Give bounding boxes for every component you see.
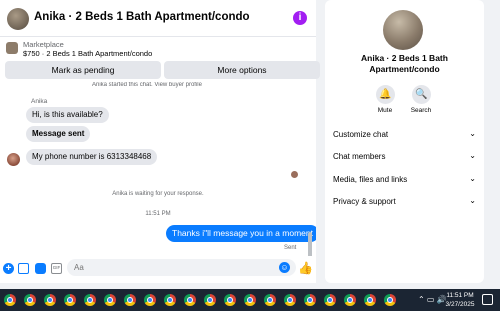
- clock-date: 3/27/2025: [445, 301, 475, 308]
- listing-product[interactable]: $750 · 2 Beds 1 Bath Apartment/condo: [23, 49, 152, 58]
- incoming-message[interactable]: Hi, is this available?: [26, 107, 109, 123]
- sender-avatar[interactable]: [7, 153, 20, 166]
- clock-time: 11:51 PM: [446, 292, 474, 299]
- row-label: Chat members: [333, 152, 386, 161]
- listing-thumbnail[interactable]: [6, 42, 18, 54]
- chrome-icon[interactable]: [104, 294, 116, 306]
- emoji-icon[interactable]: ☺: [279, 262, 290, 273]
- info-icon[interactable]: i: [293, 11, 307, 25]
- chrome-icon[interactable]: [284, 294, 296, 306]
- scrollbar[interactable]: [308, 232, 312, 256]
- system-clock[interactable]: 11:51 PM 3/27/2025: [440, 291, 480, 309]
- chrome-icon[interactable]: [64, 294, 76, 306]
- conversation-details-panel: Anika · 2 Beds 1 Bath Apartment/condo 🔔 …: [325, 0, 484, 283]
- composer: + GIF ☺ 👍: [0, 256, 316, 281]
- chrome-icon[interactable]: [244, 294, 256, 306]
- sender-name: Anika: [31, 98, 48, 105]
- media-files-row[interactable]: Media, files and links ⌄: [333, 174, 476, 189]
- conversation-avatar[interactable]: [383, 10, 423, 50]
- chrome-icon[interactable]: [144, 294, 156, 306]
- chrome-icon[interactable]: [384, 294, 396, 306]
- chrome-icon[interactable]: [24, 294, 36, 306]
- chrome-icon[interactable]: [84, 294, 96, 306]
- row-label: Customize chat: [333, 130, 389, 139]
- chrome-icon[interactable]: [4, 294, 16, 306]
- mark-pending-button[interactable]: Mark as pending: [5, 61, 161, 79]
- sticker-icon[interactable]: [35, 263, 46, 274]
- taskbar-apps: [0, 289, 410, 311]
- more-options-button[interactable]: More options: [164, 61, 320, 79]
- chevron-down-icon: ⌄: [469, 151, 476, 160]
- waiting-notice: Anika is waiting for your response.: [112, 191, 204, 197]
- plus-icon[interactable]: +: [3, 263, 14, 274]
- chrome-icon[interactable]: [364, 294, 376, 306]
- chrome-icon[interactable]: [324, 294, 336, 306]
- search-label: Search: [410, 107, 432, 114]
- row-label: Privacy & support: [333, 197, 396, 206]
- chrome-icon[interactable]: [204, 294, 216, 306]
- listing-avatar[interactable]: [7, 8, 29, 30]
- outgoing-message[interactable]: Thanks i"ll message you in a moment: [166, 225, 316, 242]
- chrome-icon[interactable]: [264, 294, 276, 306]
- search-icon[interactable]: 🔍: [412, 85, 431, 104]
- chat-panel: Anika · 2 Beds 1 Bath Apartment/condo i …: [0, 0, 320, 283]
- chat-header: Anika · 2 Beds 1 Bath Apartment/condo i: [0, 0, 316, 37]
- sent-status: Sent: [284, 245, 297, 251]
- chrome-icon[interactable]: [164, 294, 176, 306]
- chat-members-row[interactable]: Chat members ⌄: [333, 151, 476, 166]
- gif-icon[interactable]: GIF: [51, 263, 62, 274]
- thumbs-up-icon[interactable]: 👍: [298, 261, 313, 275]
- chevron-down-icon: ⌄: [469, 129, 476, 138]
- chat-title[interactable]: Anika · 2 Beds 1 Bath Apartment/condo: [34, 11, 250, 23]
- incoming-message[interactable]: Message sent: [26, 126, 91, 142]
- chrome-icon[interactable]: [304, 294, 316, 306]
- chevron-down-icon: ⌄: [469, 196, 476, 205]
- bell-icon[interactable]: 🔔: [376, 85, 395, 104]
- chat-start-notice: Anika started this chat. View buyer prof…: [92, 82, 202, 88]
- chevron-down-icon: ⌄: [469, 174, 476, 183]
- chrome-icon[interactable]: [224, 294, 236, 306]
- chrome-icon[interactable]: [344, 294, 356, 306]
- taskbar: ⌃ ▭ 🔊 11:51 PM 3/27/2025: [0, 289, 500, 311]
- row-label: Media, files and links: [333, 175, 408, 184]
- conversation-title: Anika · 2 Beds 1 Bath Apartment/condo: [361, 53, 448, 74]
- chrome-icon[interactable]: [44, 294, 56, 306]
- message-list: Anika started this chat. View buyer prof…: [0, 82, 316, 256]
- seen-avatar: [291, 171, 298, 178]
- photo-icon[interactable]: [18, 263, 29, 274]
- marketplace-label: Marketplace: [23, 40, 64, 49]
- incoming-message[interactable]: My phone number is 6313348468: [26, 149, 158, 165]
- chrome-icon[interactable]: [184, 294, 196, 306]
- message-timestamp: 11:51 PM: [145, 211, 171, 217]
- mute-label: Mute: [377, 107, 393, 114]
- customize-chat-row[interactable]: Customize chat ⌄: [333, 129, 476, 144]
- privacy-support-row[interactable]: Privacy & support ⌄: [333, 196, 476, 211]
- chrome-icon[interactable]: [124, 294, 136, 306]
- notification-icon[interactable]: [482, 294, 493, 305]
- message-input[interactable]: [67, 259, 296, 276]
